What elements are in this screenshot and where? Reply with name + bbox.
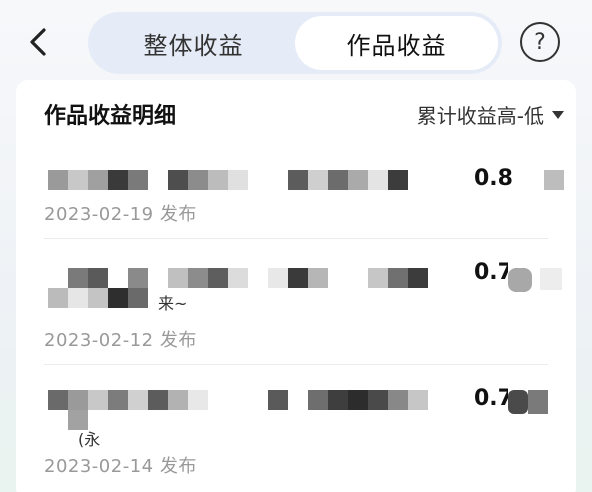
question-circle-icon: ? bbox=[534, 29, 546, 55]
revenue-segment-control: 整体收益 作品收益 bbox=[88, 12, 502, 74]
publish-date: 2023-02-19 发布 bbox=[44, 204, 197, 225]
publish-date: 2023-02-12 发布 bbox=[44, 330, 197, 351]
publish-date: 2023-02-14 发布 bbox=[44, 456, 197, 477]
amount-mosaic bbox=[528, 390, 548, 414]
sort-dropdown[interactable]: 累计收益高-低 bbox=[417, 100, 564, 129]
sort-label: 累计收益高-低 bbox=[416, 104, 544, 128]
amount-mosaic bbox=[544, 170, 564, 190]
amount-mosaic bbox=[540, 268, 562, 290]
list-item[interactable]: (永 0.7 2023-02-14 发布 bbox=[44, 364, 564, 484]
back-button[interactable] bbox=[22, 22, 54, 62]
list-item[interactable]: 0.82 2023-02-19 发布 bbox=[44, 160, 564, 240]
revenue-amount: 0.82 bbox=[474, 166, 514, 191]
tab-overall-revenue[interactable]: 整体收益 bbox=[92, 16, 295, 70]
title-fragment: (永 bbox=[78, 430, 101, 449]
divider bbox=[44, 364, 548, 365]
list-item[interactable]: 来~ 0.7 2023-02-12 发布 bbox=[44, 238, 564, 366]
title-mosaic bbox=[44, 170, 424, 190]
work-revenue-card: 作品收益明细 累计收益高-低 0.82 2023-02-19 发布 bbox=[16, 80, 576, 492]
amount-mosaic bbox=[508, 268, 532, 292]
card-header: 作品收益明细 累计收益高-低 bbox=[44, 98, 564, 132]
card-title: 作品收益明细 bbox=[44, 104, 177, 129]
top-bar: 整体收益 作品收益 ? bbox=[0, 0, 592, 84]
title-fragment: 来~ bbox=[158, 294, 188, 313]
caret-down-icon bbox=[552, 110, 564, 119]
title-mosaic bbox=[44, 268, 444, 312]
revenue-amount: 0.7 bbox=[474, 386, 508, 411]
help-button[interactable]: ? bbox=[520, 22, 560, 62]
chevron-left-icon bbox=[30, 28, 46, 56]
title-mosaic bbox=[44, 390, 444, 430]
divider bbox=[44, 238, 548, 239]
tab-work-revenue[interactable]: 作品收益 bbox=[295, 16, 498, 70]
amount-mosaic bbox=[508, 390, 528, 414]
revenue-amount: 0.7 bbox=[474, 260, 508, 285]
